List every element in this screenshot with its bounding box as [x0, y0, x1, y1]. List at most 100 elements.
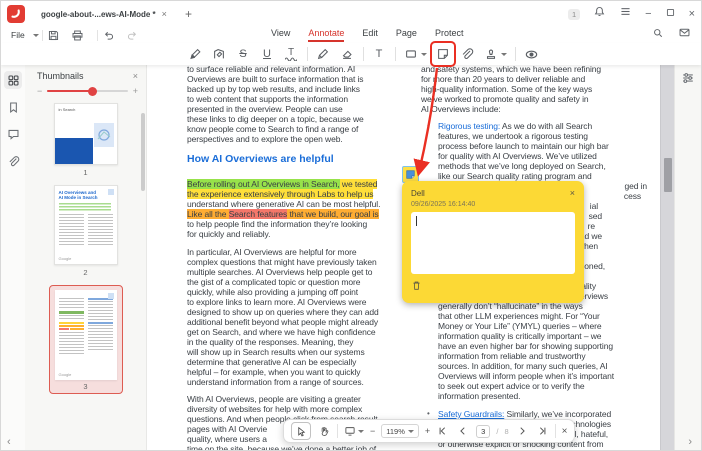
collapse-panel-left-icon[interactable]: ‹ — [7, 436, 11, 448]
shape-tool-group[interactable] — [403, 44, 427, 64]
thumb2-text-column — [58, 214, 84, 247]
zoom-out-button[interactable]: − — [370, 426, 375, 436]
note-delete-trash-icon[interactable] — [411, 278, 422, 295]
print-button[interactable] — [70, 25, 86, 45]
show-annotations-eye-icon[interactable] — [523, 44, 539, 64]
attachments-panel-icon[interactable] — [4, 152, 22, 170]
chevron-down-icon[interactable] — [501, 52, 507, 56]
text-line: understand where generative AI can be mo… — [187, 199, 381, 209]
collapse-panel-right-icon[interactable]: › — [688, 436, 692, 448]
text-line: presented in the overview. People can us… — [187, 104, 343, 114]
slider-minus-icon[interactable]: − — [37, 87, 42, 96]
thumbnail-size-slider[interactable]: − + — [25, 83, 146, 99]
scrollbar-thumb[interactable] — [664, 158, 672, 192]
page-number-2: 2 — [83, 268, 88, 277]
chevron-down-icon[interactable] — [421, 52, 427, 56]
file-menu[interactable]: File — [11, 30, 39, 40]
paragraph: • Rigorous testing: As we do with all Sea… — [427, 121, 609, 181]
close-window-button[interactable]: × — [689, 9, 695, 20]
properties-sliders-icon[interactable] — [681, 71, 695, 90]
thumbnails-panel-icon[interactable] — [4, 71, 22, 89]
notification-badge[interactable]: 1 — [567, 8, 581, 20]
text-line: that other LLM experiences might. For “Y… — [438, 311, 600, 321]
vertical-scrollbar[interactable] — [660, 65, 674, 450]
document-tab[interactable]: google-about-...ews-AI-Mode * × — [33, 6, 175, 22]
page-thumbnail-3[interactable]: Google — [54, 290, 117, 380]
zoom-level-select[interactable]: 119% — [381, 424, 419, 438]
slider-track[interactable] — [47, 86, 128, 96]
save-button[interactable] — [46, 25, 62, 45]
tab-close-icon[interactable]: × — [162, 10, 167, 19]
search-icon[interactable] — [652, 26, 664, 44]
text-line: we’ve worked to promote quality and safe… — [421, 94, 589, 104]
first-page-icon[interactable] — [436, 422, 450, 440]
slider-knob[interactable] — [87, 86, 97, 96]
underline-tool-icon[interactable]: U — [259, 44, 275, 64]
tab-view[interactable]: View — [271, 28, 290, 42]
minimize-button[interactable]: − — [645, 9, 651, 20]
text-line: to explore links to learn more. AI Overv… — [187, 297, 367, 307]
slider-plus-icon[interactable]: + — [133, 87, 138, 96]
document-page[interactable]: to surface reliable and relevant informa… — [147, 65, 660, 450]
text-line: additional benefit beyond what people mi… — [187, 317, 379, 327]
menu-bar: File View Annotate Edit Page Protect — [1, 27, 701, 43]
close-panel-icon[interactable]: × — [133, 71, 138, 81]
zoom-in-button[interactable]: + — [425, 426, 430, 436]
sticky-note-tool-icon[interactable] — [430, 41, 456, 67]
stamp-tool-group[interactable] — [483, 44, 507, 64]
squiggly-underline-tool-icon[interactable]: T — [283, 44, 299, 64]
feedback-mail-icon[interactable] — [678, 26, 691, 44]
left-icon-strip: ‹ — [1, 65, 25, 450]
divider — [395, 47, 396, 61]
annotate-toolbar: S U T T — [1, 41, 701, 67]
area-highlight-tool-icon[interactable] — [211, 44, 227, 64]
hand-tool-icon[interactable] — [317, 422, 331, 440]
maximize-button[interactable] — [665, 5, 676, 23]
highlight-tool-icon[interactable] — [187, 44, 203, 64]
ribbon-tabs: View Annotate Edit Page Protect — [271, 28, 463, 42]
eraser-tool-icon[interactable] — [339, 44, 355, 64]
bell-icon[interactable] — [593, 5, 606, 23]
tab-page[interactable]: Page — [396, 28, 417, 42]
pdf-editor-window: google-about-...ews-AI-Mode * × + 1 − × … — [0, 0, 702, 451]
obscured-text-fragment: re — [587, 221, 595, 231]
previous-page-icon[interactable] — [456, 422, 470, 440]
thumb1-blue-block — [54, 138, 93, 164]
shape-rectangle-tool-icon[interactable] — [403, 44, 419, 64]
sticky-note-popup[interactable]: Dell × 09/26/2025 16:14:40 — [402, 181, 584, 303]
chevron-down-icon[interactable] — [358, 429, 364, 433]
redo-button[interactable] — [125, 25, 141, 45]
tab-edit[interactable]: Edit — [362, 28, 378, 42]
note-timestamp: 09/26/2025 16:14:40 — [411, 201, 476, 208]
strikethrough-tool-icon[interactable]: S — [235, 44, 251, 64]
pencil-tool-icon[interactable] — [315, 44, 331, 64]
page-thumbnail-2[interactable]: AI Overviews and AI Mode in Search Googl… — [53, 185, 118, 265]
stamp-tool-icon[interactable] — [483, 44, 499, 64]
text-line: to web content that supports the informa… — [187, 94, 348, 104]
note-text-input[interactable] — [411, 212, 575, 274]
close-toolbar-icon[interactable]: × — [562, 426, 568, 437]
view-mode-icon[interactable] — [344, 422, 364, 440]
current-page-input[interactable]: 3 — [476, 424, 491, 438]
hamburger-menu-icon[interactable] — [619, 5, 632, 23]
text-line: the gist of a complicated topic or quest… — [187, 277, 361, 287]
note-close-icon[interactable]: × — [570, 188, 575, 198]
new-tab-button[interactable]: + — [185, 7, 192, 21]
last-page-icon[interactable] — [535, 422, 549, 440]
page-thumbnail-1[interactable]: in Search — [53, 103, 118, 165]
page-thumbnail-3-selected[interactable]: Google 3 — [48, 285, 123, 394]
text-comment-tool-icon[interactable]: T — [371, 44, 387, 64]
attachment-tool-icon[interactable] — [459, 44, 475, 64]
bullet-marker: • — [427, 121, 430, 130]
title-bar: google-about-...ews-AI-Mode * × + 1 − × — [1, 1, 701, 27]
select-tool-icon[interactable] — [291, 422, 311, 440]
thumb2-highlighted-text — [58, 203, 111, 211]
tab-protect[interactable]: Protect — [435, 28, 464, 42]
undo-button[interactable] — [101, 25, 117, 45]
comments-panel-icon[interactable] — [4, 125, 22, 143]
bookmarks-panel-icon[interactable] — [4, 98, 22, 116]
text-line: these links to dig deeper on a topic, be… — [187, 114, 364, 124]
panel-scrollbar[interactable] — [141, 113, 145, 191]
tab-annotate[interactable]: Annotate — [308, 28, 345, 42]
next-page-icon[interactable] — [515, 422, 529, 440]
